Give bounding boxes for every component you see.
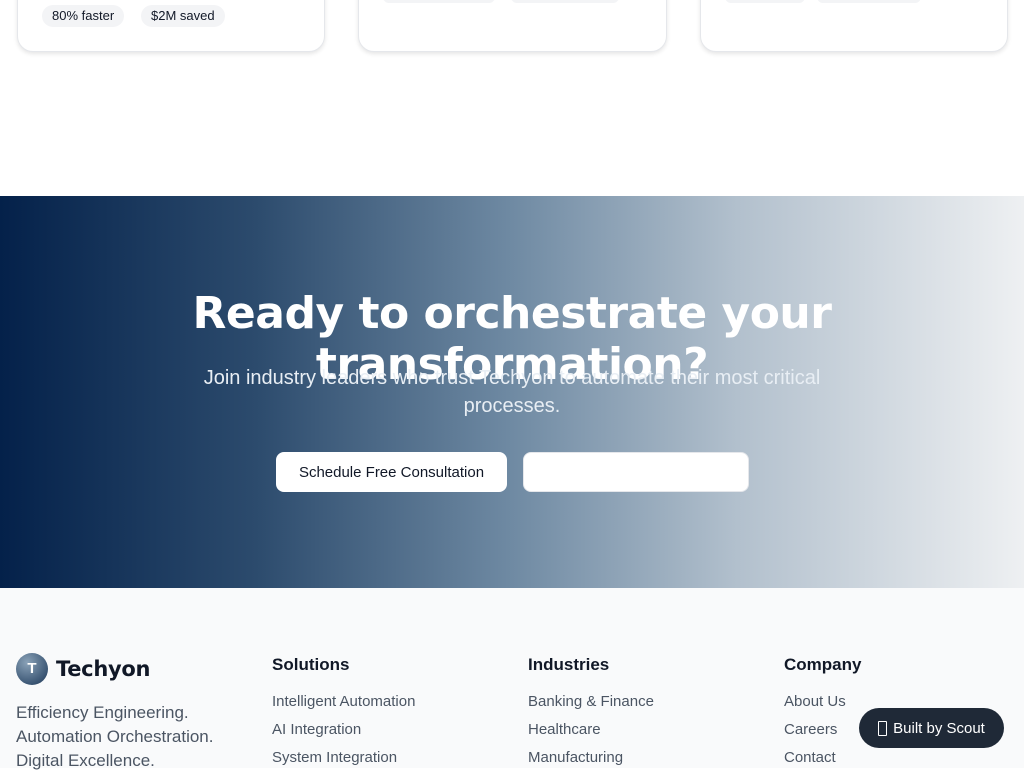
case-study-card: 80% faster $2M saved [17, 0, 325, 52]
brand-name[interactable]: Techyon [56, 657, 150, 681]
secondary-cta-button[interactable] [523, 452, 749, 492]
tagline-line: Efficiency Engineering. [16, 703, 189, 722]
footer-column-solutions: Solutions Intelligent Automation AI Inte… [272, 655, 492, 777]
footer-column-title: Solutions [272, 655, 350, 674]
cta-section: Ready to orchestrate your transformation… [0, 196, 1024, 588]
tagline-line: Automation Orchestration. [16, 727, 214, 746]
footer-link[interactable]: Banking & Finance [528, 693, 748, 721]
footer-column-title: Industries [528, 655, 610, 674]
footer-column-title: Company [784, 655, 862, 674]
footer-link[interactable]: Intelligent Automation [272, 693, 492, 721]
footer-column-industries: Industries Banking & Finance Healthcare … [528, 655, 748, 777]
schedule-consultation-button[interactable]: Schedule Free Consultation [276, 452, 507, 492]
logo-icon[interactable]: T [16, 653, 48, 685]
footer-link[interactable]: Contact [784, 749, 1004, 777]
metric-badge [511, 0, 619, 3]
metric-badge [725, 0, 805, 3]
brand-tagline: Efficiency Engineering. Automation Orche… [16, 701, 236, 773]
case-study-card [700, 0, 1008, 52]
metric-badge: $2M saved [141, 5, 225, 27]
device-icon [878, 720, 888, 736]
tagline-line: Digital Excellence. [16, 751, 155, 770]
footer-link[interactable]: Manufacturing [528, 749, 748, 777]
footer-link[interactable]: System Integration [272, 749, 492, 777]
cta-subtext: Join industry leaders who trust Techyon … [203, 367, 821, 417]
built-by-scout-badge[interactable]: Built by Scout [859, 708, 1004, 748]
badge-label: Built by Scout [893, 719, 985, 737]
case-study-card [358, 0, 667, 52]
footer-link[interactable]: AI Integration [272, 721, 492, 749]
metric-badge [817, 0, 921, 3]
metric-badge: 80% faster [42, 5, 125, 27]
footer-link[interactable]: Healthcare [528, 721, 748, 749]
metric-badge [383, 0, 495, 3]
